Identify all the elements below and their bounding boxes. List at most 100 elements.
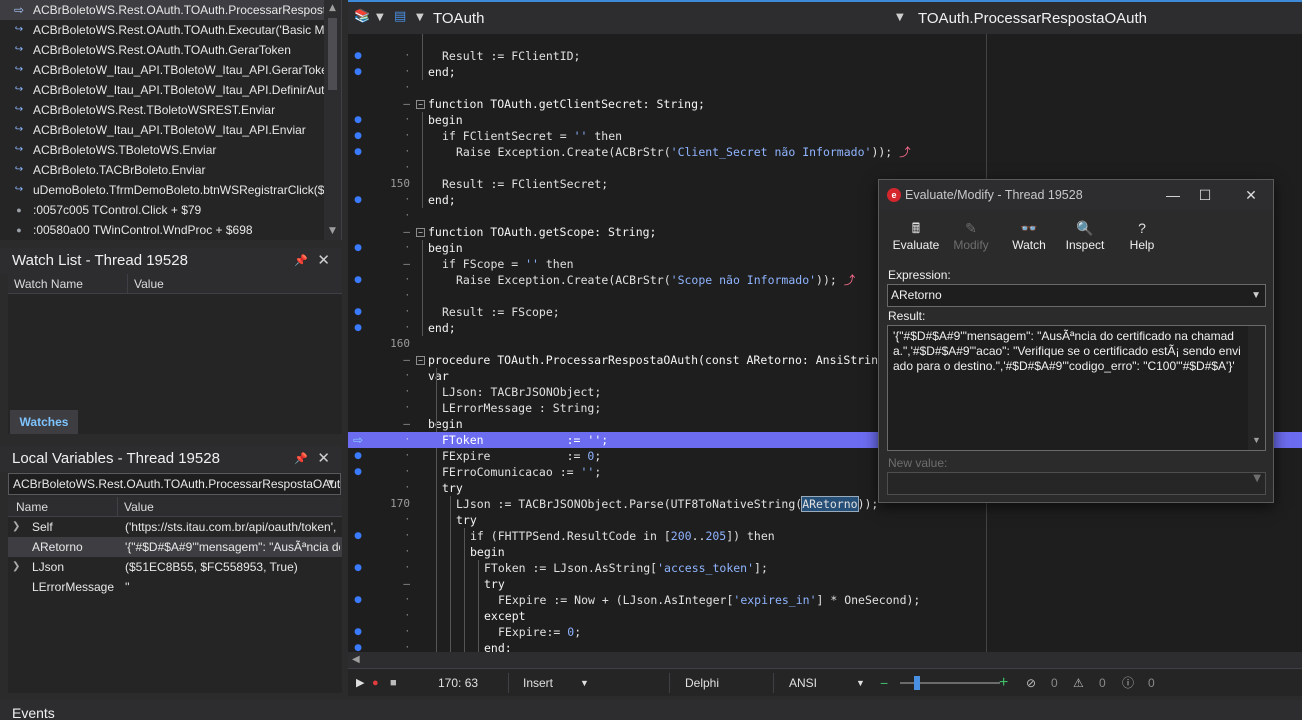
method-icon[interactable]: ▤	[394, 9, 406, 24]
call-stack-row[interactable]: ↪ ACBrBoletoW_Itau_API.TBoletoW_Itau_API.…	[0, 60, 341, 80]
modify-button-label: Modify	[953, 238, 989, 252]
breakpoint-dot-icon[interactable]: ●	[352, 64, 364, 80]
call-stack-row[interactable]: ↪ ACBrBoletoWS.Rest.TBoletoWSREST.Enviar	[0, 100, 341, 120]
breakpoint-dot-icon[interactable]: ●	[352, 640, 364, 652]
call-stack-panel: ⇨ ACBrBoletoWS.Rest.OAuth.TOAuth.Processa…	[0, 0, 342, 240]
record-macro-icon[interactable]: ●	[372, 669, 379, 697]
locals-name-header[interactable]: Name	[8, 497, 118, 516]
breakpoint-dot-icon[interactable]: ●	[352, 320, 364, 336]
chevron-down-icon[interactable]: ▼	[416, 12, 424, 23]
chevron-down-icon[interactable]: ▼	[1253, 473, 1261, 484]
breakpoint-dot-icon[interactable]: ●	[352, 192, 364, 208]
fold-collapse-icon[interactable]: −	[416, 228, 425, 237]
breakpoint-dot-icon[interactable]: ●	[352, 240, 364, 256]
chevron-down-icon[interactable]: ▼	[326, 474, 336, 494]
local-variable-row[interactable]: ❯ Self ('https://sts.itau.com.br/api/oauth…	[8, 517, 342, 537]
breakpoint-dot-icon[interactable]: ●	[352, 144, 364, 160]
expand-chevron-icon[interactable]: ❯	[12, 517, 20, 537]
breakpoint-dot-icon[interactable]: ●	[352, 448, 364, 464]
breakpoint-dot-icon[interactable]: ●	[352, 304, 364, 320]
close-icon[interactable]: ✕	[1237, 180, 1265, 210]
chevron-down-icon[interactable]: ▼	[856, 669, 865, 697]
hint-icon[interactable]: ⓘ	[1122, 669, 1134, 697]
chevron-down-icon[interactable]: ▼	[376, 12, 384, 23]
close-icon[interactable]: ✕	[317, 446, 330, 472]
result-scrollbar[interactable]: ▼	[1248, 326, 1265, 450]
local-variable-row[interactable]: LErrorMessage ''	[8, 577, 342, 597]
close-icon[interactable]: ✕	[317, 248, 330, 274]
zoom-out-icon[interactable]: −	[880, 669, 888, 697]
insert-mode[interactable]: Insert	[523, 669, 553, 697]
watch-name-header[interactable]: Watch Name	[8, 274, 128, 293]
breakpoint-dot-icon[interactable]: ●	[352, 48, 364, 64]
run-icon[interactable]: ▶	[356, 669, 364, 697]
breakpoint-dot-icon[interactable]: ●	[352, 592, 364, 608]
call-stack-scrollbar[interactable]: ▲ ▼	[324, 0, 341, 240]
breakpoint-dot-icon[interactable]: ●	[352, 528, 364, 544]
result-textarea[interactable]: '{"#$D#$A#9'"mensagem": "AusÃªncia do ce…	[887, 325, 1266, 451]
evaluate-button[interactable]: 🖩 Evaluate	[891, 218, 941, 252]
chevron-down-icon[interactable]: ▼	[580, 669, 589, 697]
stack-frame-select[interactable]: ACBrBoletoWS.Rest.OAuth.TOAuth.Processar…	[8, 473, 341, 495]
scroll-down-icon[interactable]: ▼	[324, 223, 341, 240]
call-stack-row[interactable]: ↪ uDemoBoleto.TfrmDemoBoleto.btnWSRegistr…	[0, 180, 341, 200]
class-browser-icon[interactable]: 📚	[354, 9, 370, 24]
ide-window: ⇨ ACBrBoletoWS.Rest.OAuth.TOAuth.Processa…	[0, 0, 1302, 720]
frame-icon: ↪	[14, 64, 24, 75]
call-stack-row[interactable]: ↪ ACBrBoletoWS.Rest.OAuth.TOAuth.Executar…	[0, 20, 341, 40]
language-selector[interactable]: Delphi	[685, 669, 719, 697]
breakpoint-dot-icon[interactable]: ●	[352, 560, 364, 576]
maximize-icon[interactable]: ☐	[1191, 180, 1219, 210]
watch-value-header[interactable]: Value	[128, 274, 342, 293]
dialog-title-bar[interactable]: e Evaluate/Modify - Thread 19528 — ☐ ✕	[879, 180, 1273, 210]
call-stack-row[interactable]: ●:00580a00 TWinControl.WndProc + $698	[0, 220, 341, 240]
breakpoint-dot-icon[interactable]: ●	[352, 112, 364, 128]
error-icon[interactable]: ⊘	[1026, 669, 1036, 697]
local-variable-name: ARetorno	[32, 540, 83, 554]
scroll-thumb[interactable]	[328, 18, 337, 90]
breakpoint-dot-icon[interactable]: ●	[352, 624, 364, 640]
zoom-slider-thumb[interactable]	[914, 676, 920, 690]
events-panel-title[interactable]: Events	[0, 700, 1302, 720]
pin-icon[interactable]: 📌	[294, 446, 308, 472]
help-button[interactable]: ? Help	[1125, 218, 1159, 252]
breakpoint-dot-icon[interactable]: ●	[352, 464, 364, 480]
chevron-down-icon[interactable]: ▼	[1251, 285, 1261, 306]
pin-icon[interactable]: 📌	[294, 248, 308, 274]
expression-combo[interactable]: ARetorno ▼	[887, 284, 1266, 307]
warning-icon[interactable]: ⚠	[1073, 669, 1084, 697]
breakpoint-dot-icon[interactable]: ●	[352, 128, 364, 144]
call-stack-row[interactable]: ↪ ACBrBoletoWS.TBoletoWS.Enviar	[0, 140, 341, 160]
modify-button[interactable]: ✎ Modify	[949, 218, 993, 252]
expand-chevron-icon[interactable]: ❯	[12, 557, 20, 577]
chevron-down-icon[interactable]: ▼	[896, 12, 904, 23]
watch-button[interactable]: 👓 Watch	[1007, 218, 1051, 252]
call-stack-row[interactable]: ↪ ACBrBoletoW_Itau_API.TBoletoW_Itau_API.…	[0, 120, 341, 140]
encoding-selector[interactable]: ANSI	[789, 669, 817, 697]
call-stack-row[interactable]: ↪ ACBrBoleto.TACBrBoleto.Enviar	[0, 160, 341, 180]
execution-point-arrow-icon[interactable]: ⇨	[352, 432, 364, 448]
call-stack-row[interactable]: ↪ ACBrBoletoW_Itau_API.TBoletoW_Itau_API.…	[0, 80, 341, 100]
editor-horizontal-scrollbar[interactable]: ◀	[348, 652, 1302, 668]
minimize-icon[interactable]: —	[1159, 180, 1187, 210]
call-stack-row[interactable]: ●:0057c005 TControl.Click + $79	[0, 200, 341, 220]
zoom-in-icon[interactable]: +	[999, 669, 1008, 697]
class-combo[interactable]: TOAuth	[433, 10, 484, 27]
call-stack-row[interactable]: ⇨ ACBrBoletoWS.Rest.OAuth.TOAuth.Processa…	[0, 0, 341, 20]
structure-guide	[422, 240, 423, 336]
method-combo[interactable]: TOAuth.ProcessarRespostaOAuth	[918, 10, 1147, 27]
stop-macro-icon[interactable]: ■	[390, 669, 397, 697]
local-variable-row[interactable]: ARetorno '{"#$D#$A#9'"mensagem": "AusÃªnc…	[8, 537, 342, 557]
fold-collapse-icon[interactable]: −	[416, 100, 425, 109]
call-stack-row[interactable]: ↪ ACBrBoletoWS.Rest.OAuth.TOAuth.GerarTok…	[0, 40, 341, 60]
local-variable-row[interactable]: ❯ LJson ($51EC8B55, $FC558953, True)	[8, 557, 342, 577]
new-value-combo[interactable]: ▼	[887, 472, 1266, 495]
locals-value-header[interactable]: Value	[118, 497, 342, 516]
fold-collapse-icon[interactable]: −	[416, 356, 425, 365]
breakpoint-dot-icon[interactable]: ●	[352, 272, 364, 288]
tab-watches[interactable]: Watches	[10, 410, 78, 434]
scroll-down-icon[interactable]: ▼	[1248, 433, 1265, 448]
inspect-button[interactable]: 🔍 Inspect	[1063, 218, 1107, 252]
scroll-left-icon[interactable]: ◀	[352, 652, 360, 668]
scroll-up-icon[interactable]: ▲	[324, 0, 341, 17]
